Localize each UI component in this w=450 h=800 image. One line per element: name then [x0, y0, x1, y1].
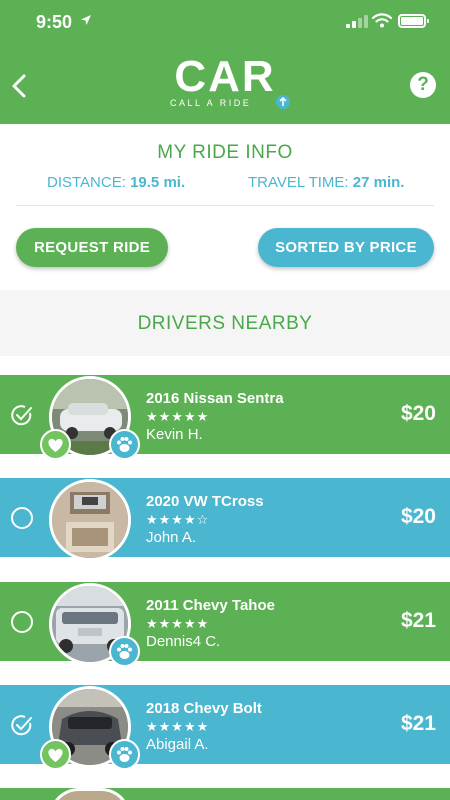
car-model: 2018 Chevy Bolt: [146, 700, 262, 717]
driver-row[interactable]: 2020 VW TCross ★★★★☆ John A. $20: [0, 478, 450, 561]
star-rating: ★★★★★: [146, 616, 210, 631]
heart-icon: [40, 739, 71, 770]
travel-time-label: TRAVEL TIME:: [248, 174, 349, 191]
checkmark-circle-icon[interactable]: [11, 714, 33, 736]
driver-name: Abigail A.: [146, 736, 209, 753]
checkmark-circle-icon[interactable]: [11, 404, 33, 426]
travel-time-value: 27 min.: [352, 174, 405, 191]
divider: [16, 205, 434, 206]
star-rating: ★★★★☆: [146, 512, 210, 527]
drivers-nearby-section: DRIVERS NEARBY: [0, 290, 450, 356]
travel-time: TRAVEL TIME: 27 min.: [248, 174, 404, 191]
help-button[interactable]: ?: [410, 72, 436, 98]
battery-icon: [398, 14, 429, 28]
car-photo: [49, 479, 131, 561]
drivers-nearby-title: DRIVERS NEARBY: [137, 313, 313, 334]
distance: DISTANCE: 19.5 mi.: [47, 174, 185, 191]
driver-row[interactable]: 2018 Chevy Bolt ★★★★★ Abigail A. $21: [0, 685, 450, 770]
distance-value: 19.5 mi.: [130, 174, 186, 191]
status-time: 9:50: [36, 12, 73, 32]
car-model: 2011 Chevy Tahoe: [146, 597, 275, 614]
car-model: 2016 Nissan Sentra: [146, 390, 284, 407]
driver-name: John A.: [146, 529, 197, 546]
car-model: 2020 VW TCross: [146, 493, 264, 510]
distance-label: DISTANCE:: [47, 174, 126, 191]
ride-info-title: MY RIDE INFO: [157, 142, 293, 163]
paw-icon: [109, 739, 140, 770]
ride-price: $20: [400, 402, 436, 425]
driver-row[interactable]: 2011 Chevy Tahoe ★★★★★ Dennis4 C. $21: [0, 582, 450, 667]
car-logo: CAR CALL A RIDE: [160, 52, 290, 114]
ride-price: $21: [400, 609, 436, 632]
driver-name: Dennis4 C.: [146, 633, 221, 650]
radio-button[interactable]: [11, 611, 33, 633]
radio-button[interactable]: [11, 507, 33, 529]
sort-by-price-button[interactable]: SORTED BY PRICE: [258, 228, 434, 267]
up-arrow-icon: [276, 95, 290, 109]
star-rating: ★★★★★: [146, 409, 210, 424]
ride-price: $20: [400, 505, 436, 528]
star-rating: ★★★★★: [146, 719, 210, 734]
wifi-icon: [372, 13, 392, 28]
driver-name: Kevin H.: [146, 426, 203, 443]
logo-tagline: CALL A RIDE: [170, 98, 252, 108]
status-bar: 9:50: [0, 0, 450, 44]
logo-word: CAR: [174, 52, 276, 101]
driver-row[interactable]: 2016 Nissan Sentra ★★★★★ Kevin H. $20: [0, 375, 450, 460]
signal-icon: [346, 14, 368, 28]
paw-icon: [109, 429, 140, 460]
ride-price: $21: [400, 712, 436, 735]
paw-icon: [109, 636, 140, 667]
request-ride-button[interactable]: REQUEST RIDE: [16, 228, 168, 267]
back-chevron-icon[interactable]: [6, 70, 34, 102]
app-header: 9:50 CAR CALL A RIDE ?: [0, 0, 450, 124]
location-icon: [81, 15, 91, 25]
heart-icon: [40, 429, 71, 460]
